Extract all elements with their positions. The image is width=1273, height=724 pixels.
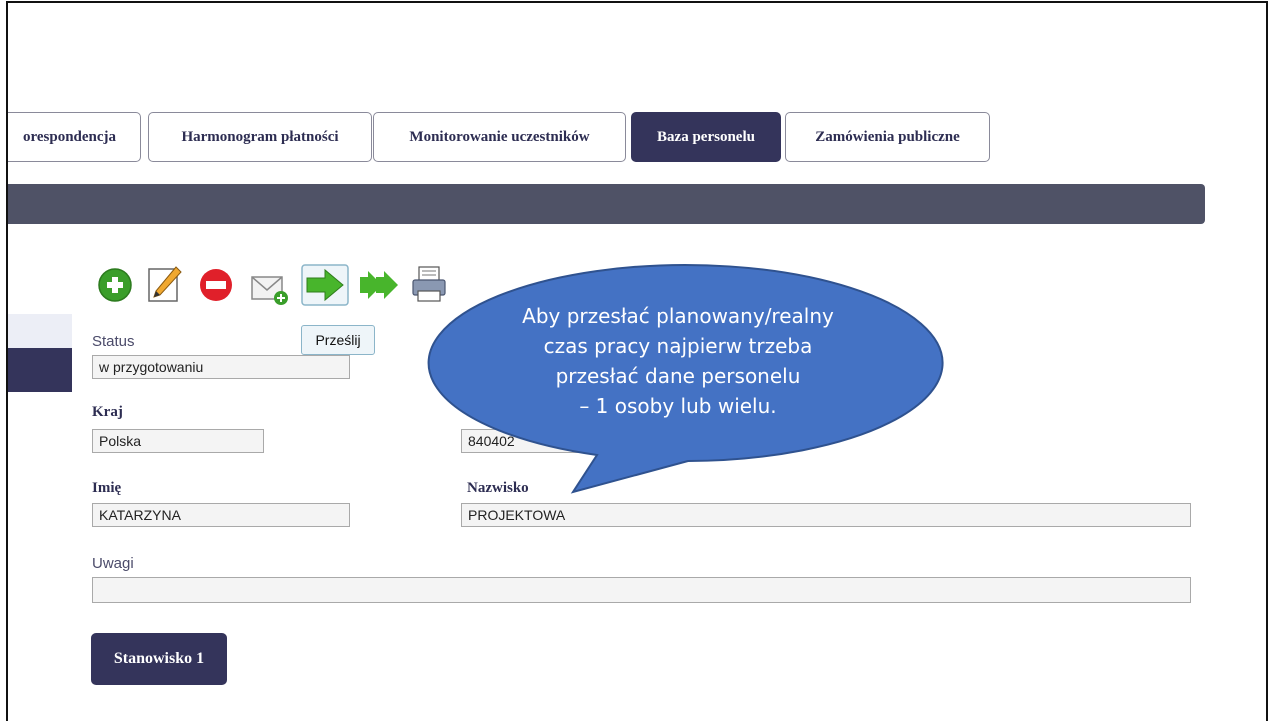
callout-line: czas pracy najpierw trzeba: [543, 334, 813, 358]
status-field[interactable]: w przygotowaniu: [92, 355, 350, 379]
uwagi-field[interactable]: [92, 577, 1191, 603]
side-menu-item[interactable]: [8, 314, 72, 348]
tab-zamowienia-publiczne[interactable]: Zamówienia publiczne: [785, 112, 990, 162]
delete-icon[interactable]: [198, 267, 234, 303]
tab-baza-personelu[interactable]: Baza personelu: [631, 112, 781, 162]
callout-line: Aby przesłać planowany/realny: [522, 304, 834, 328]
callout-text: Aby przesłać planowany/realny czas pracy…: [513, 301, 843, 421]
tab-monitorowanie-uczestnikow[interactable]: Monitorowanie uczestników: [373, 112, 626, 162]
section-header-bar: [8, 184, 1205, 224]
callout-line: – 1 osoby lub wielu.: [579, 394, 777, 418]
edit-icon[interactable]: [146, 265, 184, 305]
send-all-icon[interactable]: [358, 269, 400, 301]
tab-harmonogram-platnosci[interactable]: Harmonogram płatności: [148, 112, 372, 162]
imie-field[interactable]: KATARZYNA: [92, 503, 350, 527]
nazwisko-field[interactable]: PROJEKTOWA: [461, 503, 1191, 527]
pesel-field[interactable]: 840402: [461, 429, 581, 453]
print-icon[interactable]: [410, 265, 448, 305]
kraj-field[interactable]: Polska: [92, 429, 264, 453]
callout-line: przesłać dane personelu: [555, 364, 801, 388]
tab-korespondencja[interactable]: orespondencja: [8, 112, 141, 162]
side-menu-item-active[interactable]: [8, 348, 72, 392]
send-tooltip: Prześlij: [301, 325, 375, 355]
uwagi-label: Uwagi: [92, 555, 134, 572]
stanowisko-button[interactable]: Stanowisko 1: [91, 633, 227, 685]
kraj-label: Kraj: [92, 404, 123, 420]
send-mail-icon[interactable]: [250, 273, 290, 307]
status-label: Status: [92, 333, 135, 350]
imie-label: Imię: [92, 480, 122, 496]
app-window: orespondencja Harmonogram płatności Moni…: [6, 1, 1268, 721]
nazwisko-label: Nazwisko: [467, 480, 529, 496]
add-icon[interactable]: [97, 267, 133, 303]
send-icon[interactable]: [301, 264, 349, 306]
